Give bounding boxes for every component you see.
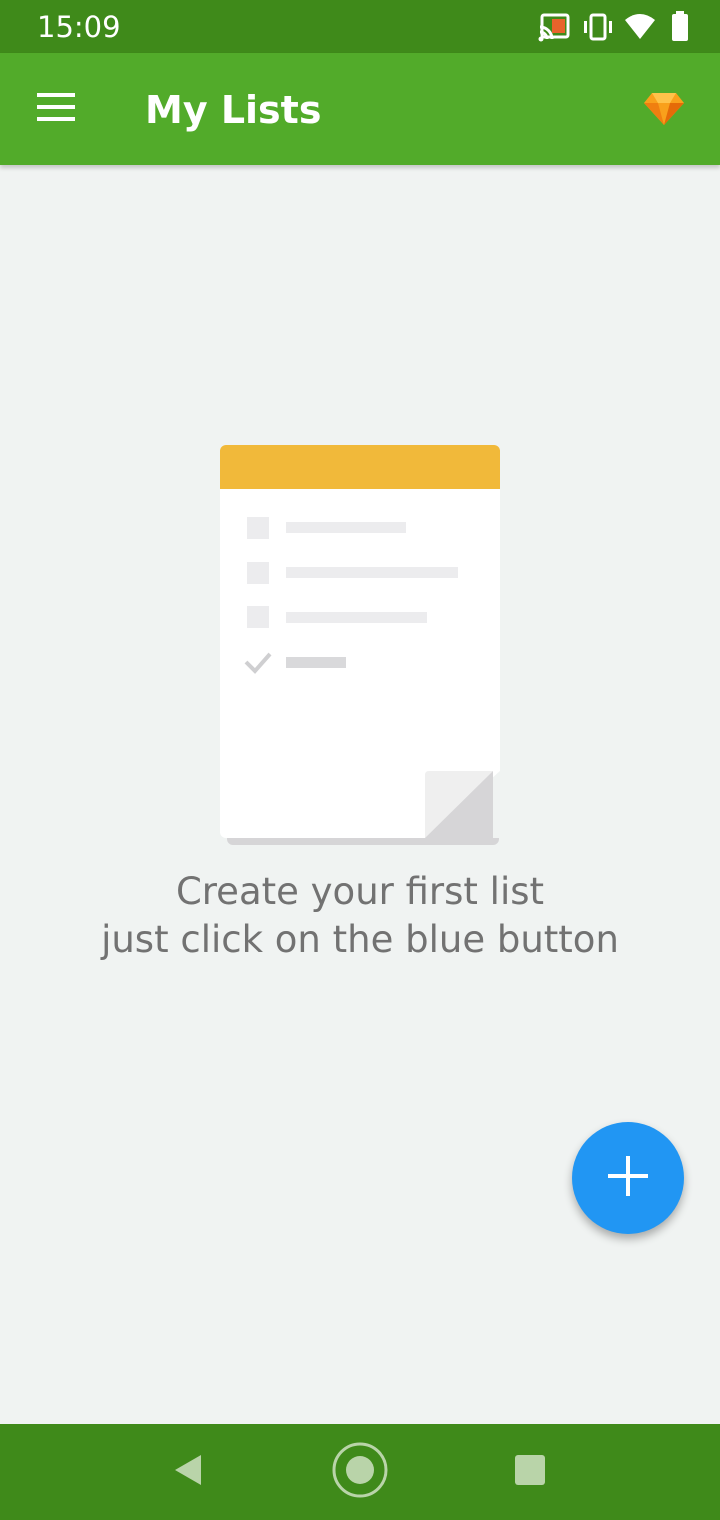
page-title: My Lists: [145, 88, 322, 132]
menu-button[interactable]: [28, 81, 84, 137]
wifi-icon: [624, 10, 656, 49]
battery-icon: [670, 10, 690, 49]
empty-state-line2: just click on the blue button: [101, 918, 619, 961]
empty-state-line1: Create your first list: [175, 870, 545, 913]
back-icon: [171, 1453, 205, 1492]
empty-list-illustration: [215, 440, 510, 850]
back-button[interactable]: [158, 1442, 218, 1502]
home-icon: [331, 1441, 389, 1504]
diamond-icon: [643, 92, 685, 131]
hamburger-menu-icon: [36, 92, 76, 127]
recents-icon: [514, 1454, 546, 1491]
plus-icon: [606, 1154, 650, 1203]
empty-state-message: Create your first list just click on the…: [0, 868, 720, 964]
status-time: 15:09: [37, 10, 121, 44]
add-list-button[interactable]: [572, 1122, 684, 1234]
status-bar: 15:09: [0, 0, 720, 53]
app-bar: My Lists: [0, 53, 720, 165]
cast-icon: [538, 10, 570, 49]
system-nav-bar: [0, 1424, 720, 1520]
home-button[interactable]: [330, 1442, 390, 1502]
premium-button[interactable]: [636, 83, 692, 139]
recents-button[interactable]: [500, 1442, 560, 1502]
vibrate-icon: [582, 10, 614, 49]
